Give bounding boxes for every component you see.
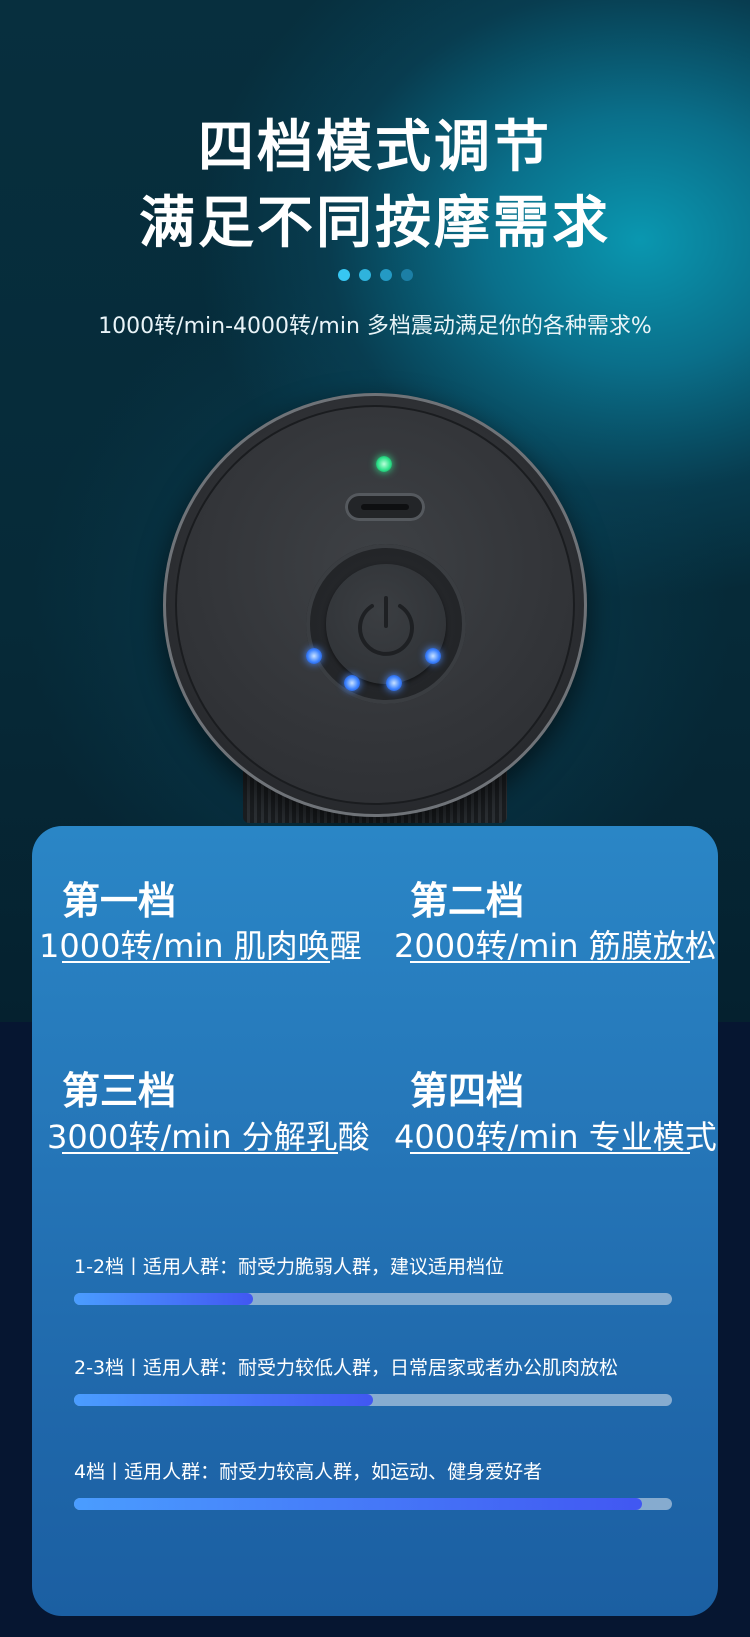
level-bar-3: [74, 1498, 672, 1510]
level-bar-2-fill: [74, 1394, 373, 1406]
dot: [380, 269, 392, 281]
device-head-face: [175, 405, 575, 805]
power-icon: [358, 596, 414, 656]
gear-4-name: 第四档: [410, 1069, 525, 1113]
power-button: [326, 564, 446, 684]
headline-line-2: 满足不同按摩需求: [139, 191, 611, 256]
crowd-label-2: 2-3档丨适用人群：耐受力较低人群，日常居家或者办公肌肉放松: [74, 1357, 619, 1379]
gear-4-underline: [410, 1152, 690, 1154]
crowd-label-1: 1-2档丨适用人群：耐受力脆弱人群，建议适用档位: [74, 1256, 505, 1278]
level-bar-1-fill: [74, 1293, 254, 1305]
gear-info-panel: 第一档 1000转/min 肌肉唤醒 第二档 2000转/min 筋膜放松 第三…: [32, 826, 718, 1616]
gear-2-name: 第二档: [410, 879, 525, 923]
usb-slot: [361, 504, 409, 510]
level-led-1-icon: [306, 648, 322, 664]
level-bar-2: [74, 1394, 672, 1406]
level-led-3-icon: [386, 675, 402, 691]
dot: [338, 269, 350, 281]
level-led-2-icon: [344, 675, 360, 691]
speed-range-subtitle: 1000转/min-4000转/min 多档震动满足你的各种需求%: [98, 314, 652, 339]
massager-device-image: [163, 393, 587, 833]
crowd-label-3: 4档丨适用人群：耐受力较高人群，如运动、健身爱好者: [74, 1461, 543, 1483]
gear-1-name: 第一档: [62, 879, 177, 923]
level-led-4-icon: [425, 648, 441, 664]
status-led-icon: [376, 456, 392, 472]
gear-2-underline: [410, 961, 690, 963]
level-bar-1: [74, 1293, 672, 1305]
gear-1-underline: [62, 961, 330, 963]
level-bar-3-fill: [74, 1498, 643, 1510]
usb-c-port-icon: [345, 493, 425, 521]
dot: [359, 269, 371, 281]
gear-3-name: 第三档: [62, 1069, 177, 1113]
dot: [401, 269, 413, 281]
headline-line-1: 四档模式调节: [198, 115, 552, 180]
decorative-dots: [338, 269, 413, 281]
gear-3-underline: [62, 1152, 338, 1154]
